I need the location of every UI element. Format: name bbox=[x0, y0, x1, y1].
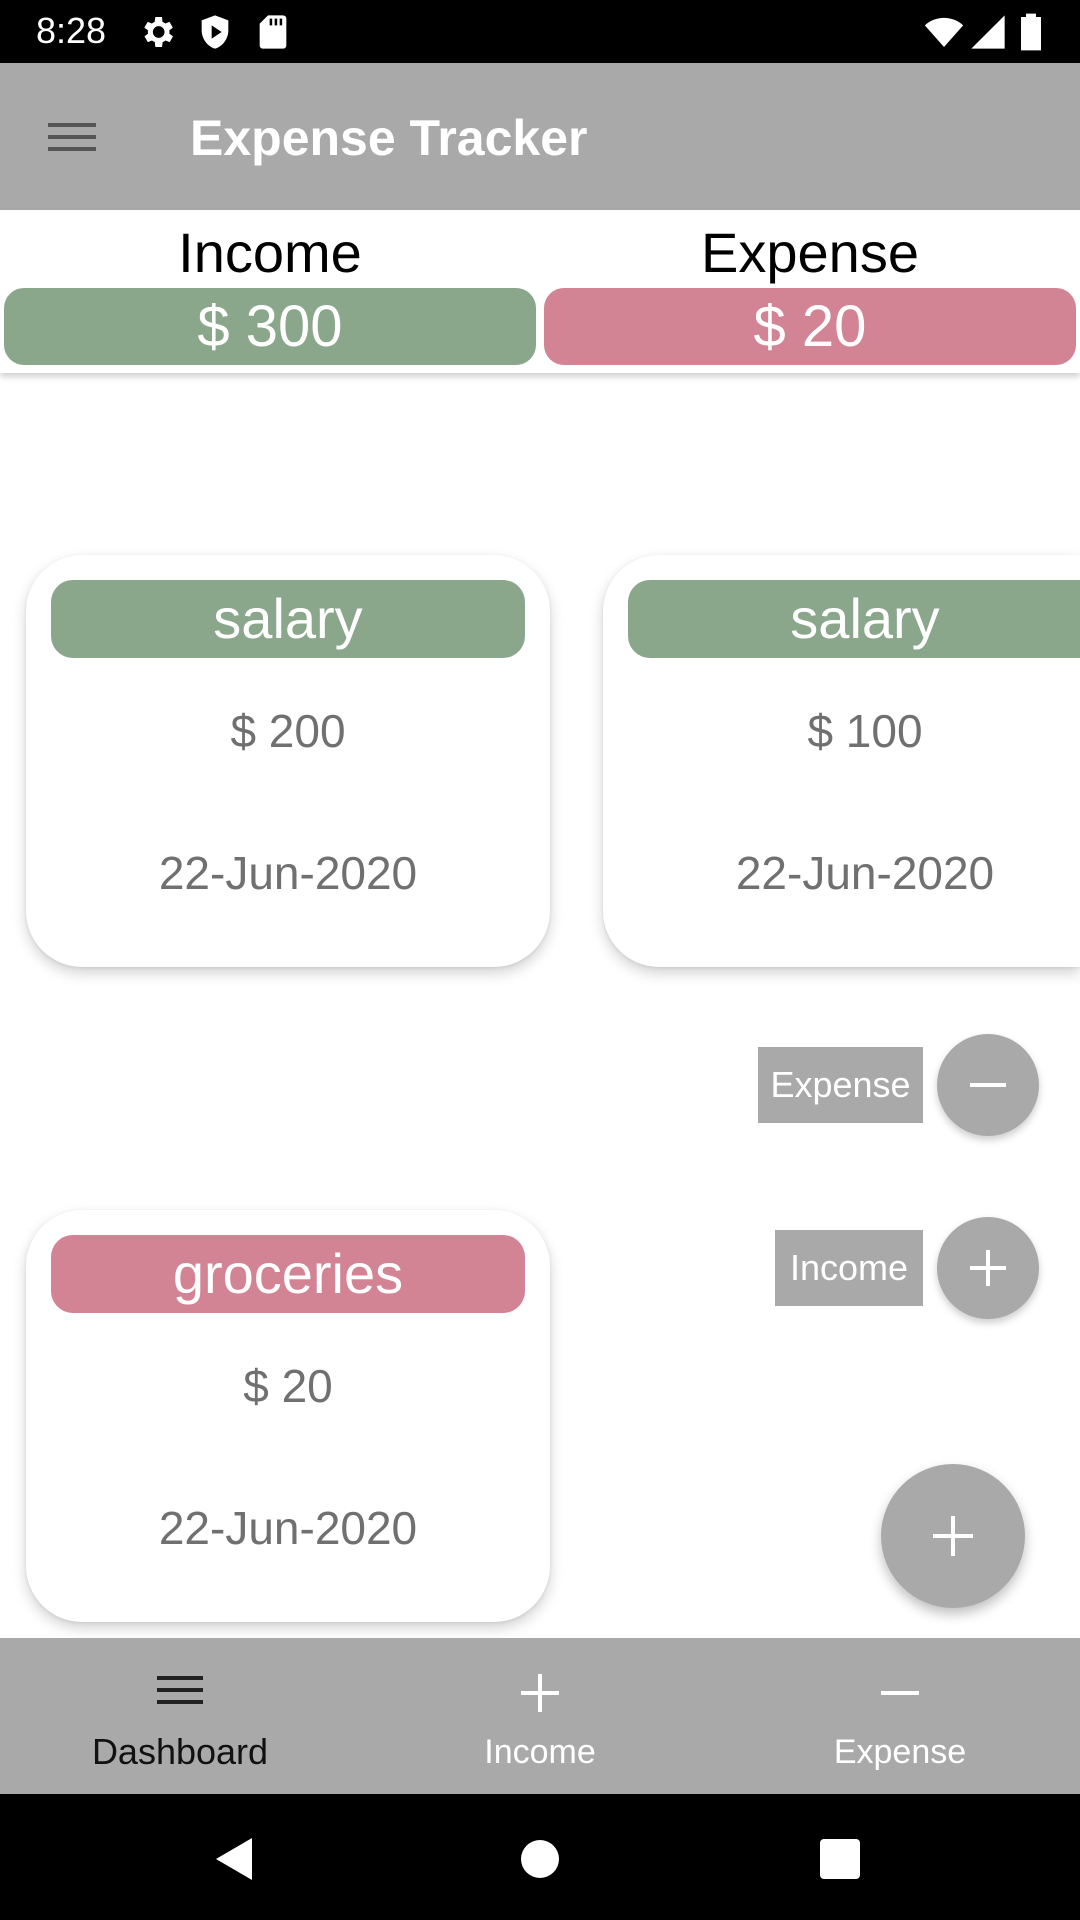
plus-icon bbox=[521, 1674, 559, 1712]
battery-icon bbox=[1021, 13, 1041, 51]
status-time: 8:28 bbox=[36, 10, 107, 51]
transaction-card[interactable]: groceries $ 20 22-Jun-2020 bbox=[26, 1210, 550, 1622]
add-income-label[interactable]: Income bbox=[775, 1230, 923, 1306]
recents-icon[interactable] bbox=[815, 1834, 865, 1884]
plus-icon bbox=[970, 1250, 1006, 1286]
fab-add-button[interactable] bbox=[881, 1464, 1025, 1608]
transaction-card[interactable]: salary $ 100 22-Jun-2020 bbox=[603, 555, 1080, 967]
minus-icon bbox=[970, 1083, 1006, 1087]
system-navigation-bar bbox=[0, 1794, 1080, 1920]
shield-play-icon bbox=[201, 15, 229, 49]
status-bar: 8:28 bbox=[0, 0, 1080, 63]
add-expense-label[interactable]: Expense bbox=[758, 1047, 923, 1123]
home-icon[interactable] bbox=[515, 1834, 565, 1884]
expense-summary-label: Expense bbox=[701, 221, 919, 284]
menu-icon bbox=[157, 1676, 203, 1704]
add-income-button[interactable] bbox=[937, 1217, 1039, 1319]
transaction-amount: $ 20 bbox=[243, 1360, 333, 1412]
income-total-badge: $ 300 bbox=[4, 288, 536, 365]
minus-icon bbox=[881, 1691, 919, 1695]
income-summary-label: Income bbox=[178, 221, 362, 284]
page-title: Expense Tracker bbox=[190, 110, 588, 166]
nav-item-dashboard[interactable]: Dashboard bbox=[0, 1638, 360, 1794]
back-icon[interactable] bbox=[210, 1834, 260, 1884]
bottom-navigation: Dashboard Income Expense bbox=[0, 1638, 1080, 1794]
category-badge-label: salary bbox=[790, 587, 940, 650]
signal-icon bbox=[971, 15, 1005, 49]
transaction-amount: $ 100 bbox=[807, 705, 923, 757]
nav-item-income[interactable]: Income bbox=[360, 1638, 720, 1794]
summary-panel: Income Expense $ 300 $ 20 bbox=[0, 210, 1080, 373]
transaction-card[interactable]: salary $ 200 22-Jun-2020 bbox=[26, 555, 550, 967]
plus-icon bbox=[933, 1516, 973, 1556]
add-expense-button[interactable] bbox=[937, 1034, 1039, 1136]
category-badge: salary bbox=[51, 580, 525, 658]
menu-icon[interactable] bbox=[36, 107, 108, 167]
category-badge: salary bbox=[628, 580, 1080, 658]
wifi-icon bbox=[924, 17, 964, 47]
expense-total-badge: $ 20 bbox=[544, 288, 1076, 365]
nav-label-income: Income bbox=[484, 1733, 596, 1771]
transaction-date: 22-Jun-2020 bbox=[735, 847, 995, 899]
transaction-amount: $ 200 bbox=[230, 705, 346, 757]
transaction-date: 22-Jun-2020 bbox=[158, 1502, 418, 1554]
nav-label-expense: Expense bbox=[833, 1733, 967, 1771]
nav-item-expense[interactable]: Expense bbox=[720, 1638, 1080, 1794]
app-bar: Expense Tracker bbox=[0, 63, 1080, 210]
transaction-date: 22-Jun-2020 bbox=[158, 847, 418, 899]
category-badge: groceries bbox=[51, 1235, 525, 1313]
gear-icon bbox=[144, 17, 173, 47]
sd-card-icon bbox=[259, 15, 287, 49]
nav-label-dashboard: Dashboard bbox=[91, 1731, 269, 1772]
